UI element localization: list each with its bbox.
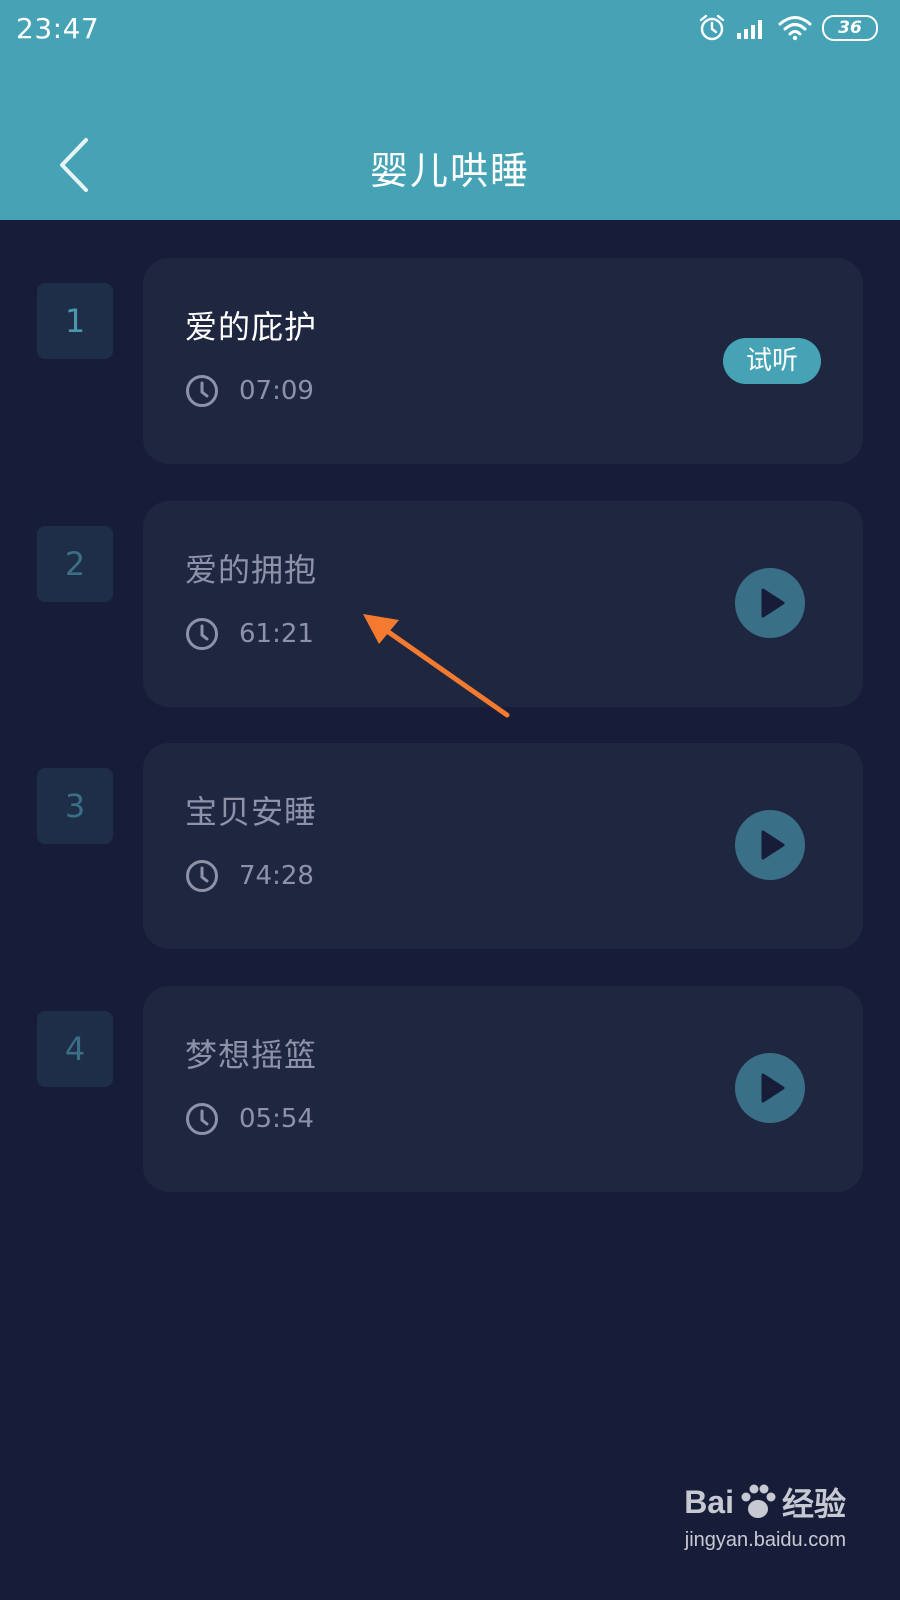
watermark-suffix: 经验 — [781, 1486, 846, 1522]
play-icon — [761, 1073, 785, 1103]
play-icon — [761, 830, 785, 860]
clock-icon — [186, 860, 218, 892]
track-duration: 07:09 — [185, 374, 314, 408]
track-duration: 74:28 — [185, 859, 314, 893]
track-row: 1 爱的庇护 07:09 试听 — [0, 258, 900, 464]
status-icons: 36 — [698, 14, 878, 42]
paw-icon — [741, 1484, 776, 1518]
track-row: 3 宝贝安睡 74:28 — [0, 743, 900, 949]
track-card[interactable]: 梦想摇篮 05:54 — [143, 986, 863, 1192]
track-index: 1 — [37, 283, 113, 359]
clock-icon — [186, 618, 218, 650]
track-card[interactable]: 爱的庇护 07:09 试听 — [143, 258, 863, 464]
play-icon — [761, 588, 785, 618]
clock-icon — [186, 375, 218, 407]
duration-text: 61:21 — [239, 619, 314, 649]
app-header: 23:47 36 婴儿哄睡 — [0, 0, 900, 220]
duration-text: 74:28 — [239, 861, 314, 891]
status-time: 23:47 — [16, 12, 100, 45]
clock-icon — [186, 1103, 218, 1135]
track-title: 宝贝安睡 — [185, 793, 318, 831]
track-card[interactable]: 宝贝安睡 74:28 — [143, 743, 863, 949]
page-title: 婴儿哄睡 — [369, 149, 530, 193]
track-index: 2 — [37, 526, 113, 602]
play-button[interactable] — [735, 810, 805, 880]
battery-icon: 36 — [822, 15, 878, 41]
track-index: 4 — [37, 1011, 113, 1087]
play-button[interactable] — [735, 1053, 805, 1123]
track-title: 梦想摇篮 — [185, 1036, 318, 1074]
play-button[interactable] — [735, 568, 805, 638]
track-duration: 05:54 — [185, 1102, 314, 1136]
watermark-brand: Bai — [684, 1483, 734, 1520]
track-row: 4 梦想摇篮 05:54 — [0, 986, 900, 1192]
watermark-url: jingyan.baidu.com — [684, 1529, 846, 1551]
track-duration: 61:21 — [185, 617, 314, 651]
signal-icon — [736, 15, 768, 41]
wifi-icon — [778, 15, 812, 41]
duration-text: 05:54 — [239, 1104, 314, 1134]
trial-listen-button[interactable]: 试听 — [723, 338, 821, 384]
track-title: 爱的拥抱 — [185, 551, 318, 589]
duration-text: 07:09 — [239, 376, 314, 406]
alarm-icon — [698, 14, 726, 42]
track-title: 爱的庇护 — [185, 308, 318, 346]
track-index: 3 — [37, 768, 113, 844]
baidu-watermark: Bai 经验 jingyan.baidu.com — [684, 1479, 846, 1552]
annotation-arrow-icon — [363, 614, 510, 718]
